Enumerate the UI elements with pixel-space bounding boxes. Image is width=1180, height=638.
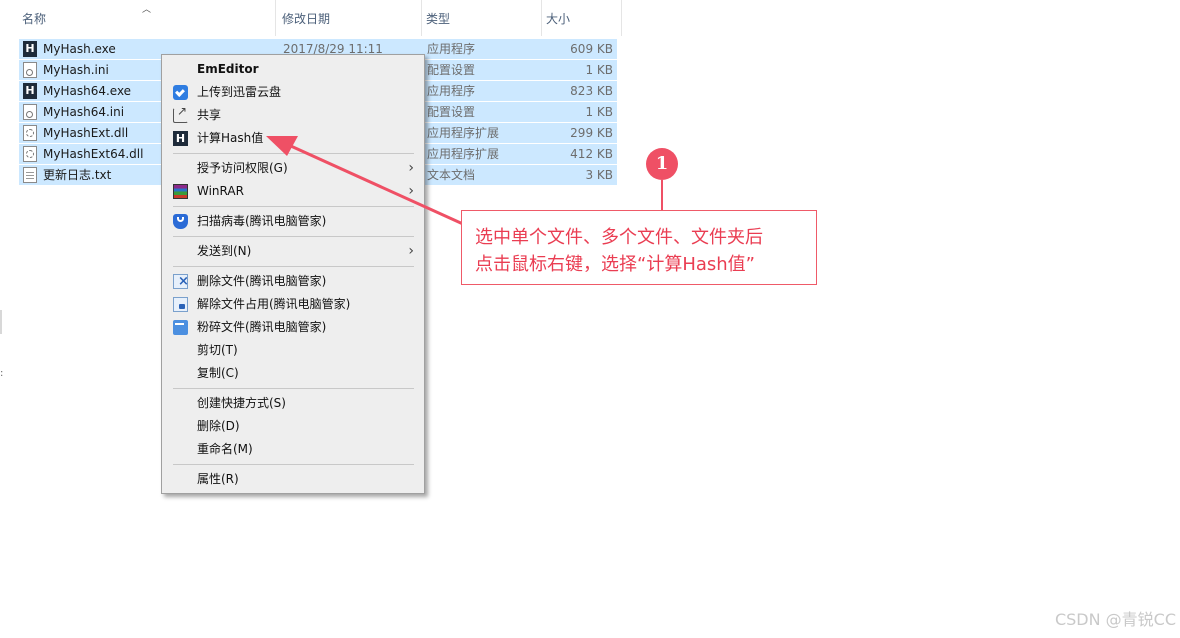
annotation-callout-box: 选中单个文件、多个文件、文件夹后 点击鼠标右键，选择“计算Hash值” (461, 210, 817, 285)
callout-line-1: 选中单个文件、多个文件、文件夹后 (475, 227, 763, 248)
step-number-badge: 1 (646, 148, 678, 180)
side-marker: : (0, 368, 4, 379)
csdn-watermark: CSDN @青锐CC (1054, 610, 1176, 629)
annotation-arrow-line (281, 140, 464, 226)
badge-connector-line (661, 180, 663, 210)
annotation-arrow (266, 136, 464, 226)
scroll-edge-marker (0, 310, 2, 334)
callout-line-2: 点击鼠标右键，选择“计算Hash值” (475, 254, 756, 275)
